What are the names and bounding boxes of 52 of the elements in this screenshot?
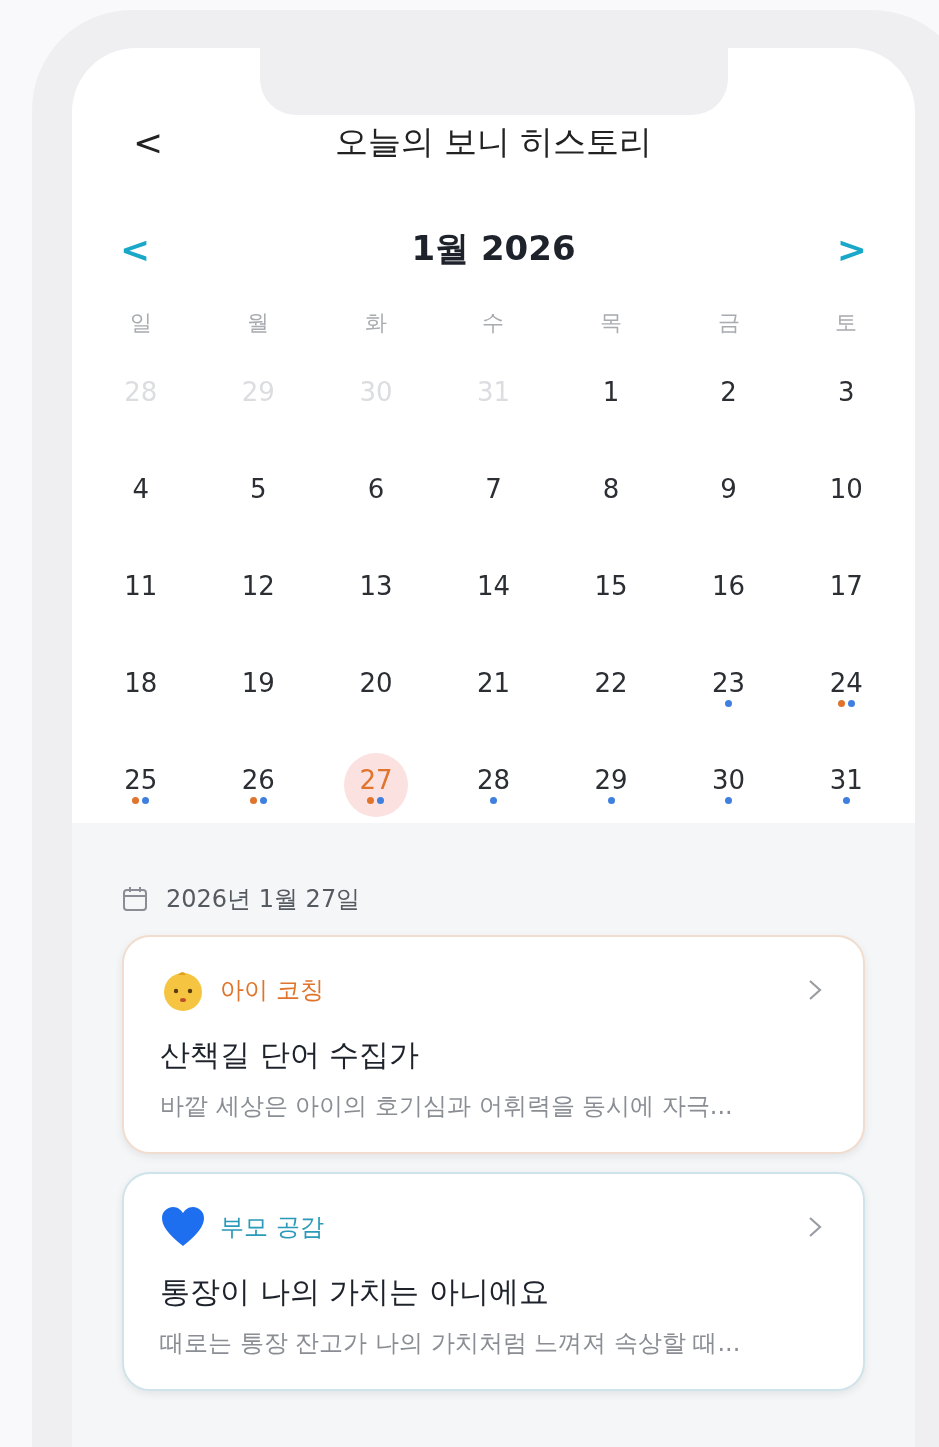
calendar-day[interactable]: 30 (696, 752, 761, 817)
calendar-day[interactable]: 31 (814, 752, 879, 817)
category-label: 아이 코칭 (220, 975, 325, 1006)
card-title: 산책길 단어 수집가 (160, 1036, 421, 1074)
calendar-day[interactable]: 6 (343, 461, 408, 526)
calendar-day[interactable]: 9 (696, 461, 761, 526)
calendar-day[interactable]: 1 (579, 364, 644, 429)
calendar-day[interactable]: 15 (579, 558, 644, 623)
history-card[interactable]: 아이 코칭 산책길 단어 수집가 바깥 세상은 아이의 호기심과 어휘력을 동시에 자극... (122, 935, 865, 1154)
weekday-label: 월 (246, 309, 271, 337)
calendar-day[interactable]: 20 (343, 655, 408, 720)
card-summary: 때로는 통장 잔고가 나의 가치처럼 느껴져 속상할 때... (160, 1328, 742, 1359)
weekday-label: 금 (716, 309, 741, 337)
calendar-day[interactable]: 10 (814, 461, 879, 526)
calendar-day[interactable]: 21 (461, 655, 526, 720)
calendar-day[interactable]: 17 (814, 558, 879, 623)
calendar-day[interactable]: 23 (696, 655, 761, 720)
back-button[interactable]: < (128, 121, 168, 163)
calendar-day[interactable]: 26 (226, 752, 291, 817)
month-title: 1월 2026 (411, 227, 576, 270)
card-summary: 바깥 세상은 아이의 호기심과 어휘력을 동시에 자극... (160, 1091, 734, 1122)
page-title: 오늘의 보니 히스토리 (333, 120, 654, 163)
weekday-label: 일 (128, 309, 153, 337)
calendar-day[interactable]: 28 (461, 752, 526, 817)
calendar-day[interactable]: 3 (814, 364, 879, 429)
weekday-label: 수 (481, 309, 506, 337)
calendar-day[interactable]: 7 (461, 461, 526, 526)
calendar-day[interactable]: 24 (814, 655, 879, 720)
weekday-label: 토 (834, 309, 859, 337)
calendar-day[interactable]: 25 (108, 752, 173, 817)
calendar-day[interactable]: 11 (108, 558, 173, 623)
calendar-day[interactable]: 29 (579, 752, 644, 817)
card-title: 통장이 나의 가치는 아니에요 (160, 1273, 550, 1311)
calendar-icon (122, 886, 148, 912)
calendar-day[interactable]: 22 (579, 655, 644, 720)
history-card[interactable]: 부모 공감 통장이 나의 가치는 아니에요 때로는 통장 잔고가 나의 가치처럼 느껴져 속상할 때... (122, 1172, 865, 1391)
weekday-label: 목 (599, 309, 624, 337)
calendar-day[interactable]: 8 (579, 461, 644, 526)
calendar-day[interactable]: 14 (461, 558, 526, 623)
calendar-day[interactable]: 4 (108, 461, 173, 526)
selected-date: 2026년 1월 27일 (166, 884, 361, 915)
calendar-day[interactable]: 19 (226, 655, 291, 720)
chevron-right-icon (807, 1215, 823, 1239)
calendar-day[interactable]: 2 (696, 364, 761, 429)
calendar-day[interactable]: 18 (108, 655, 173, 720)
calendar-day[interactable]: 13 (343, 558, 408, 623)
calendar-day[interactable]: 12 (226, 558, 291, 623)
weekday-label: 화 (363, 309, 388, 337)
chevron-right-icon (807, 978, 823, 1002)
calendar-day[interactable]: 5 (226, 461, 291, 526)
category-label: 부모 공감 (220, 1212, 325, 1243)
calendar-day[interactable]: 16 (696, 558, 761, 623)
